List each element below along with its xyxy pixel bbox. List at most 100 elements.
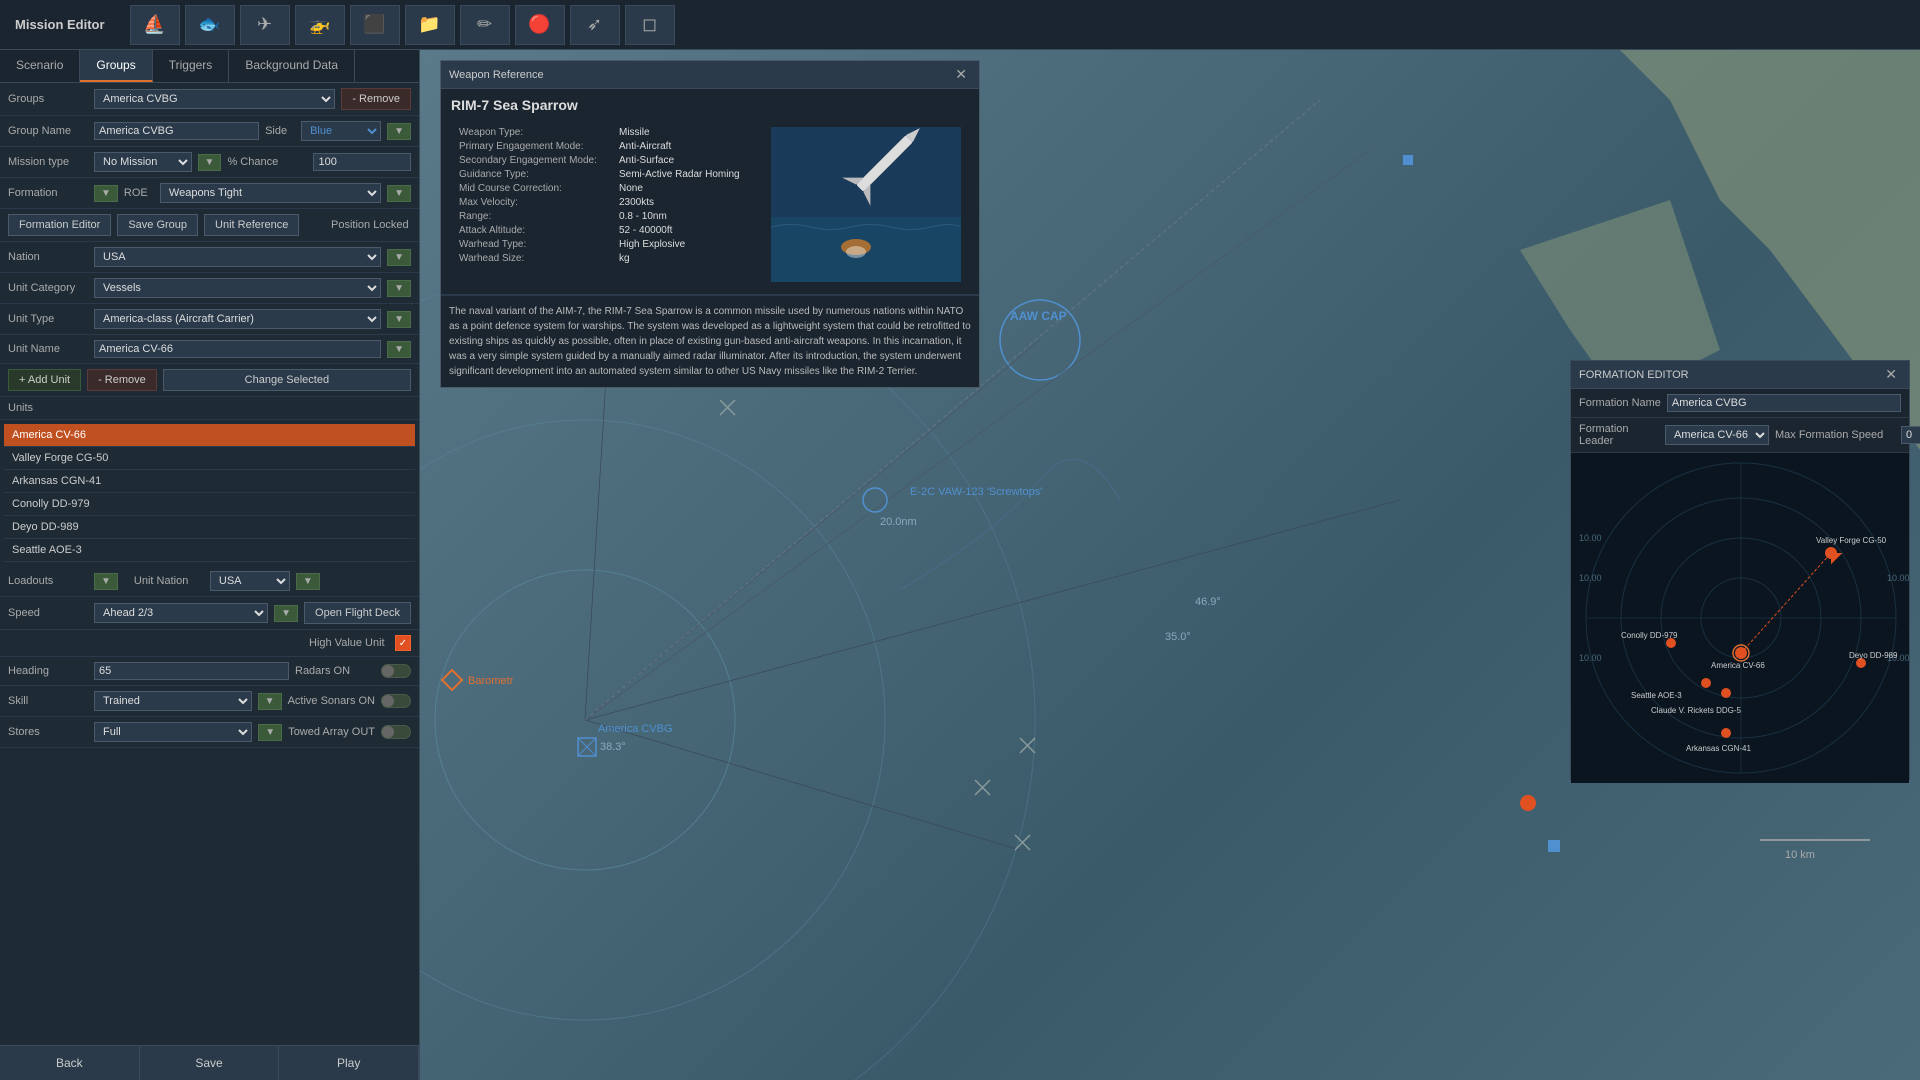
unit-category-select[interactable]: Vessels	[94, 278, 381, 298]
towed-array-label: Towed Array OUT	[288, 726, 375, 738]
group-name-input[interactable]	[94, 122, 259, 140]
units-header: Units	[0, 397, 419, 420]
nation-select[interactable]: USA	[94, 247, 381, 267]
formation-editor-btn[interactable]: Formation Editor	[8, 214, 111, 236]
unit-item-3[interactable]: Conolly DD-979	[4, 493, 415, 516]
eraser-icon-btn[interactable]: ◻	[625, 5, 675, 45]
aircraft-icon-btn[interactable]: ✈	[240, 5, 290, 45]
add-unit-btn[interactable]: + Add Unit	[8, 369, 81, 391]
chance-label: % Chance	[227, 156, 307, 168]
svg-text:Barometr: Barometr	[468, 675, 514, 687]
tank-icon-btn[interactable]: ⬛	[350, 5, 400, 45]
unit-reference-btn[interactable]: Unit Reference	[204, 214, 299, 236]
unit-name-arrow[interactable]: ▼	[387, 341, 411, 358]
stores-select[interactable]: Full	[94, 722, 252, 742]
unit-category-arrow[interactable]: ▼	[387, 280, 411, 297]
unit-item-1[interactable]: Valley Forge CG-50	[4, 447, 415, 470]
speed-select[interactable]: Ahead 2/3	[94, 603, 268, 623]
chance-input[interactable]	[313, 153, 411, 171]
ship-icon-btn[interactable]: ⛵	[130, 5, 180, 45]
formation-editor-title-bar: FORMATION EDITOR ✕	[1571, 361, 1909, 389]
skill-select[interactable]: Trained	[94, 691, 252, 711]
unit-type-select[interactable]: America-class (Aircraft Carrier)	[94, 309, 381, 329]
weapon-reference-title-bar: Weapon Reference ✕	[441, 61, 979, 89]
app-title: Mission Editor	[0, 17, 120, 32]
hvu-row: High Value Unit ✓	[0, 630, 419, 657]
weapon-reference-close[interactable]: ✕	[951, 66, 971, 83]
skill-arrow[interactable]: ▼	[258, 693, 282, 710]
mission-type-select[interactable]: No Mission	[94, 152, 192, 172]
helicopter-icon-btn[interactable]: 🚁	[295, 5, 345, 45]
play-btn[interactable]: Play	[279, 1046, 419, 1080]
remove-unit-btn[interactable]: - Remove	[87, 369, 157, 391]
side-dropdown-arrow[interactable]: ▼	[387, 123, 411, 140]
unit-type-arrow[interactable]: ▼	[387, 311, 411, 328]
unit-name-input[interactable]	[94, 340, 381, 358]
top-bar: Mission Editor ⛵ 🐟 ✈ 🚁 ⬛ 📁 ✏ 🔴 ➶ ◻	[0, 0, 1920, 50]
group-name-row: Group Name Side Blue ▼	[0, 116, 419, 147]
weapon-content: Weapon Type:Missile Primary Engagement M…	[451, 119, 969, 290]
pencil-icon-btn[interactable]: ✏	[460, 5, 510, 45]
nation-arrow[interactable]: ▼	[387, 249, 411, 266]
unit-type-icons: ⛵ 🐟 ✈ 🚁 ⬛ 📁 ✏ 🔴 ➶ ◻	[120, 5, 685, 45]
unit-item-4[interactable]: Deyo DD-989	[4, 516, 415, 539]
pointer-icon-btn[interactable]: 🔴	[515, 5, 565, 45]
svg-text:38.3°: 38.3°	[600, 741, 626, 753]
tab-background-data[interactable]: Background Data	[229, 50, 355, 82]
svg-text:Conolly DD-979: Conolly DD-979	[1621, 631, 1678, 640]
tab-groups[interactable]: Groups	[80, 50, 152, 82]
save-group-btn[interactable]: Save Group	[117, 214, 198, 236]
groups-select[interactable]: America CVBG	[94, 89, 335, 109]
side-select[interactable]: Blue	[301, 121, 381, 141]
svg-text:AAW CAP: AAW CAP	[1010, 309, 1067, 323]
unit-nation-label: Unit Nation	[134, 575, 204, 587]
folder-icon-btn[interactable]: 📁	[405, 5, 455, 45]
tab-triggers[interactable]: Triggers	[153, 50, 230, 82]
unit-item-5[interactable]: Seattle AOE-3	[4, 539, 415, 562]
roe-arrow[interactable]: ▼	[387, 185, 411, 202]
formation-editor-close[interactable]: ✕	[1881, 366, 1901, 383]
heading-input[interactable]	[94, 662, 289, 680]
formation-name-input[interactable]	[1667, 394, 1901, 412]
main-tabs: Scenario Groups Triggers Background Data	[0, 50, 419, 83]
mission-type-row: Mission type No Mission ▼ % Chance	[0, 147, 419, 178]
open-flight-deck-btn[interactable]: Open Flight Deck	[304, 602, 411, 624]
missile-icon-btn[interactable]: ➶	[570, 5, 620, 45]
save-btn[interactable]: Save	[140, 1046, 280, 1080]
editor-buttons-row: Formation Editor Save Group Unit Referen…	[0, 209, 419, 242]
radars-on-label: Radars ON	[295, 665, 375, 677]
formation-label: Formation	[8, 187, 88, 199]
back-btn[interactable]: Back	[0, 1046, 140, 1080]
towed-array-toggle[interactable]	[381, 725, 411, 739]
unit-item-0[interactable]: America CV-66	[4, 424, 415, 447]
max-speed-label: Max Formation Speed	[1775, 429, 1895, 441]
mission-type-arrow[interactable]: ▼	[198, 154, 222, 171]
formation-name-row: Formation Name	[1571, 389, 1909, 418]
formation-leader-label: Formation Leader	[1579, 423, 1659, 447]
formation-arrow[interactable]: ▼	[94, 185, 118, 202]
unit-item-2[interactable]: Arkansas CGN-41	[4, 470, 415, 493]
formation-leader-select[interactable]: America CV-66	[1665, 425, 1769, 445]
max-speed-input[interactable]	[1901, 426, 1920, 444]
unit-nation-arrow[interactable]: ▼	[296, 573, 320, 590]
roe-select[interactable]: Weapons Tight	[160, 183, 381, 203]
loadouts-arrow[interactable]: ▼	[94, 573, 118, 590]
nation-row: Nation USA ▼	[0, 242, 419, 273]
stores-arrow[interactable]: ▼	[258, 724, 282, 741]
hvu-checkbox[interactable]: ✓	[395, 635, 411, 651]
speed-row: Speed Ahead 2/3 ▼ Open Flight Deck	[0, 597, 419, 630]
weapon-name: RIM-7 Sea Sparrow	[451, 97, 969, 113]
submarine-icon-btn[interactable]: 🐟	[185, 5, 235, 45]
unit-nation-select[interactable]: USA	[210, 571, 290, 591]
remove-group-btn[interactable]: - Remove	[341, 88, 411, 110]
bottom-buttons: Back Save Play	[0, 1045, 419, 1080]
units-label: Units	[8, 402, 88, 414]
tab-scenario[interactable]: Scenario	[0, 50, 80, 82]
formation-svg: 10.00 10.00 10.00 10.00 10.00 America CV…	[1571, 453, 1909, 783]
radars-toggle[interactable]	[381, 664, 411, 678]
sonars-toggle[interactable]	[381, 694, 411, 708]
svg-text:Seattle AOE-3: Seattle AOE-3	[1631, 691, 1682, 700]
speed-arrow[interactable]: ▼	[274, 605, 298, 622]
change-selected-btn[interactable]: Change Selected	[163, 369, 411, 391]
unit-type-label: Unit Type	[8, 313, 88, 325]
